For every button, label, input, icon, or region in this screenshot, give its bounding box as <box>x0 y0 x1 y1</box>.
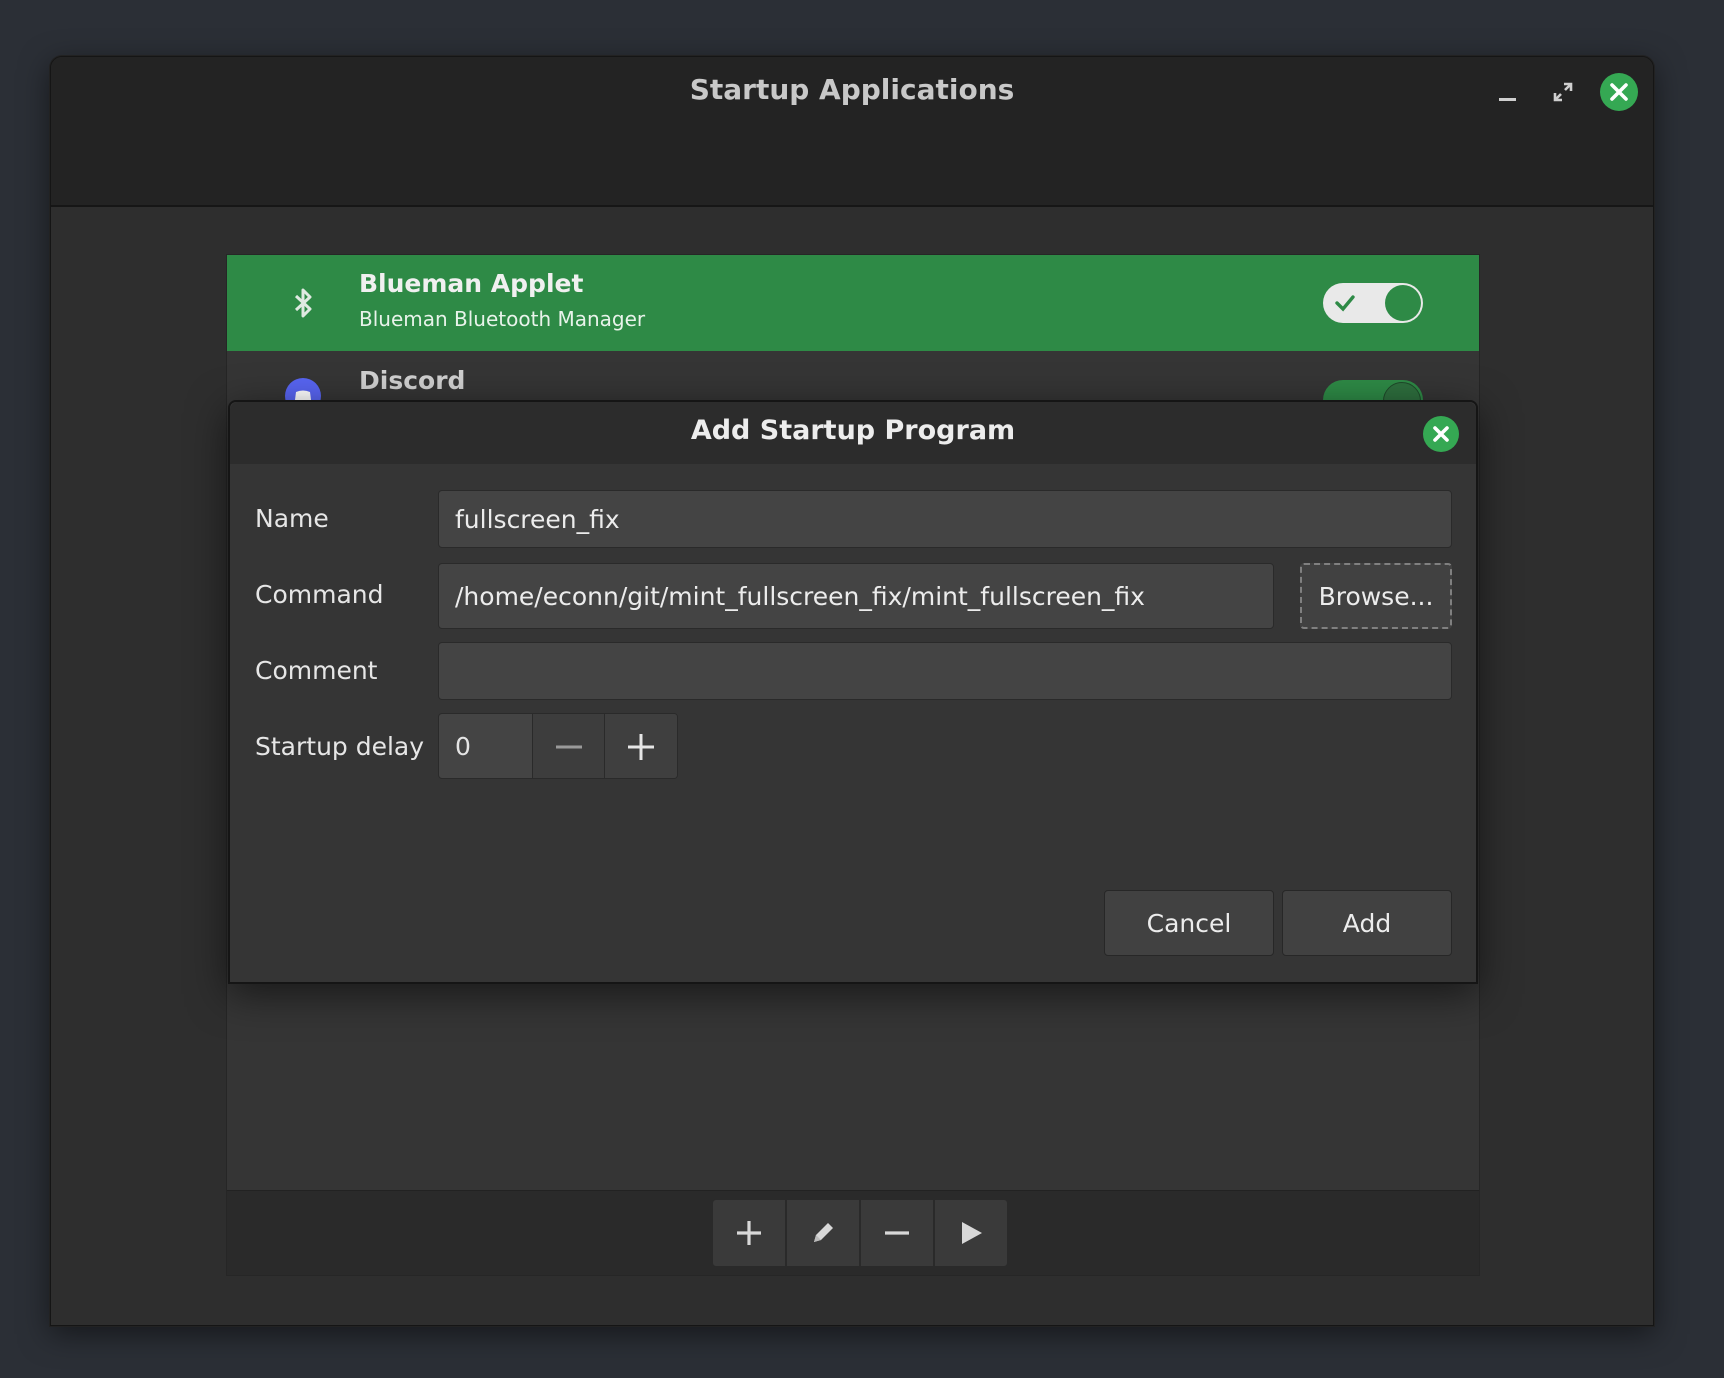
toggle-knob <box>1385 285 1421 321</box>
app-enabled-toggle[interactable] <box>1323 283 1423 323</box>
remove-app-button[interactable] <box>860 1199 934 1267</box>
close-icon <box>1610 83 1628 101</box>
app-name: Blueman Applet <box>359 269 584 298</box>
add-button[interactable]: Add <box>1282 890 1452 956</box>
pencil-icon <box>814 1223 833 1242</box>
plus-icon <box>628 734 655 760</box>
checkmark-icon <box>1335 295 1355 312</box>
browse-button[interactable]: Browse... <box>1300 563 1452 629</box>
cancel-button[interactable]: Cancel <box>1104 890 1274 956</box>
minus-icon <box>555 745 582 749</box>
bluetooth-icon <box>294 288 312 318</box>
app-row-blueman[interactable]: Blueman Applet Blueman Bluetooth Manager <box>227 255 1479 351</box>
maximize-button[interactable] <box>1544 73 1582 111</box>
command-field[interactable]: /home/econn/git/mint_fullscreen_fix/mint… <box>438 563 1274 629</box>
app-name: Discord <box>359 366 466 395</box>
title-bar[interactable]: Startup Applications <box>51 57 1653 207</box>
minus-icon <box>885 1231 909 1235</box>
name-label: Name <box>255 504 329 533</box>
command-label: Command <box>255 580 384 609</box>
app-description: Blueman Bluetooth Manager <box>359 307 646 331</box>
startup-delay-spinner: 0 <box>438 713 678 779</box>
play-icon <box>962 1222 982 1244</box>
name-field[interactable]: fullscreen_fix <box>438 490 1452 548</box>
add-startup-program-dialog: Add Startup Program Name fullscreen_fix … <box>228 400 1478 984</box>
maximize-icon <box>1553 82 1573 102</box>
window-title: Startup Applications <box>689 73 1015 106</box>
startup-delay-label: Startup delay <box>255 732 425 761</box>
comment-field[interactable] <box>438 642 1452 700</box>
run-app-button[interactable] <box>934 1199 1008 1267</box>
dialog-title: Add Startup Program <box>690 415 1016 446</box>
list-toolbar <box>227 1190 1479 1275</box>
startup-delay-value[interactable]: 0 <box>439 714 533 778</box>
decrement-delay-button[interactable] <box>532 714 605 778</box>
add-app-button[interactable] <box>712 1199 786 1267</box>
minimize-button[interactable] <box>1489 73 1527 111</box>
window-close-button[interactable] <box>1600 73 1638 111</box>
comment-label: Comment <box>255 656 378 685</box>
dialog-close-button[interactable] <box>1423 416 1459 452</box>
close-icon <box>1433 426 1449 442</box>
edit-app-button[interactable] <box>786 1199 860 1267</box>
increment-delay-button[interactable] <box>604 714 677 778</box>
dialog-header[interactable]: Add Startup Program <box>230 402 1476 464</box>
plus-icon <box>737 1221 761 1245</box>
